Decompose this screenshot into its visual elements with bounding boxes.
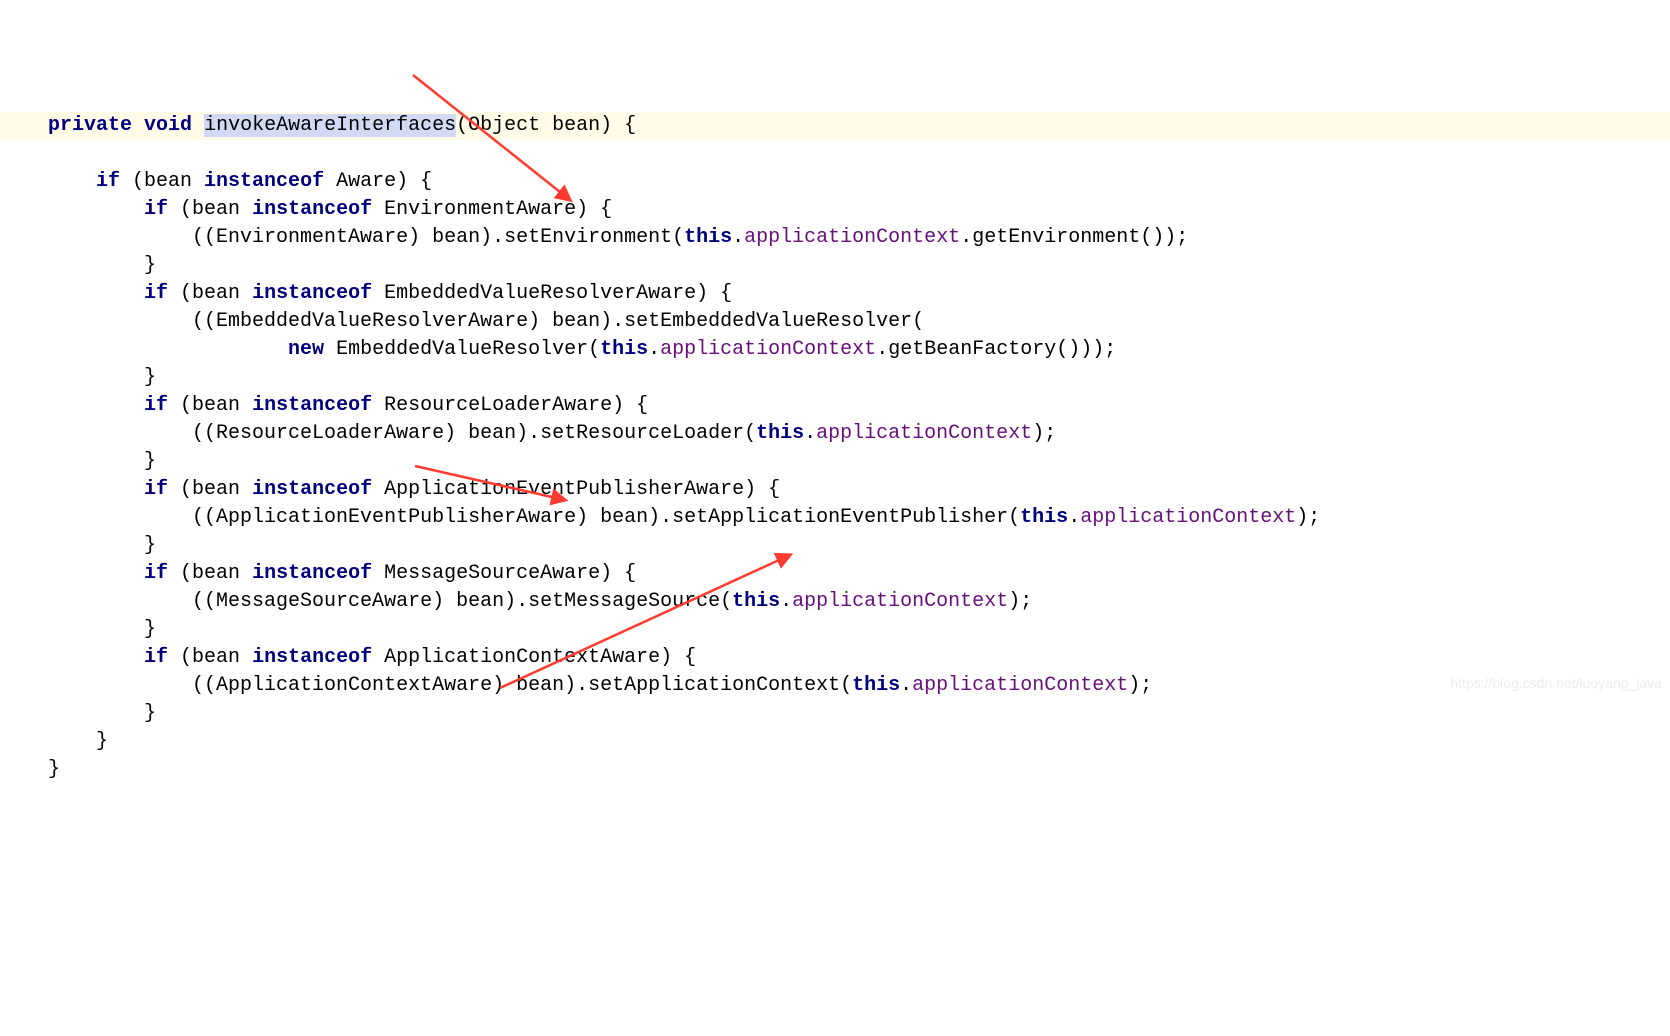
code-block: private void invokeAwareInterfaces(Objec… xyxy=(0,112,1670,784)
